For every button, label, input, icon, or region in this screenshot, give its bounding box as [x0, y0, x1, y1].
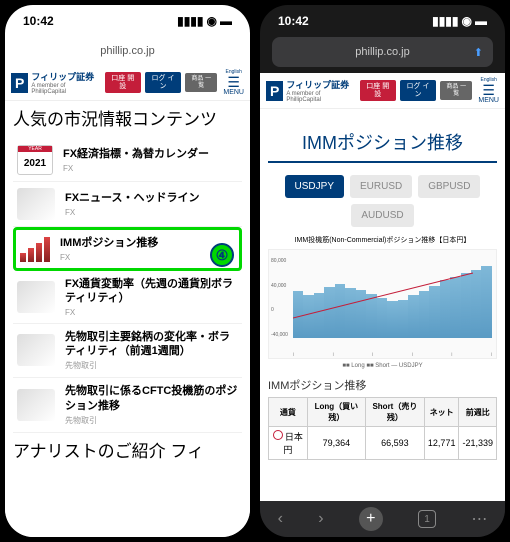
- back-icon[interactable]: ‹: [278, 510, 283, 528]
- globe-icon: [17, 188, 55, 220]
- products-button[interactable]: 商品 一覧: [440, 81, 472, 100]
- status-bar: 10:42 ▮▮▮▮ ◉ ▬: [260, 5, 505, 37]
- login-button[interactable]: ログ イン: [145, 72, 181, 93]
- forward-icon[interactable]: ›: [318, 510, 323, 528]
- section-title: 人気の市況情報コンテンツ: [13, 109, 242, 131]
- list-item[interactable]: 先物取引主要銘柄の変化率・ボラティリティ（前週1週間）先物取引: [13, 324, 242, 379]
- tab-gbpusd[interactable]: GBPUSD: [418, 175, 480, 198]
- url-text: phillip.co.jp: [100, 45, 154, 57]
- wifi-icon: ◉: [462, 14, 472, 28]
- products-button[interactable]: 商品 一覧: [185, 73, 217, 92]
- site-header: P フィリップ証券 A member of PhillipCapital 口座 …: [5, 65, 250, 101]
- imm-chart: 80,00040,0000-40,000 ||||||: [268, 249, 497, 359]
- new-tab-icon[interactable]: +: [359, 507, 383, 531]
- tab-audusd[interactable]: AUDUSD: [351, 204, 413, 227]
- browser-toolbar: ‹ › + 1 ⋯: [260, 501, 505, 537]
- wifi-icon: ◉: [207, 14, 217, 28]
- battery-icon: ▬: [475, 14, 487, 28]
- list-item[interactable]: 先物取引に係るCFTC投機筋のポジション推移先物取引: [13, 378, 242, 433]
- more-icon[interactable]: ⋯: [471, 509, 487, 529]
- oil-icon: [17, 389, 55, 421]
- menu-button[interactable]: English ☰ MENU: [223, 69, 244, 96]
- currency-tabs: USDJPY EURUSD GBPUSD AUDUSD: [268, 175, 497, 227]
- status-icons: ▮▮▮▮ ◉ ▬: [432, 14, 487, 28]
- item-title: FX経済指標・為替カレンダー: [63, 147, 238, 161]
- open-account-button[interactable]: 口座 開設: [360, 80, 396, 101]
- logo-mark: P: [11, 73, 28, 93]
- open-account-button[interactable]: 口座 開設: [105, 72, 141, 93]
- logo[interactable]: P フィリップ証券 A member of PhillipCapital: [11, 70, 97, 95]
- chart-icon: [17, 281, 55, 313]
- chart-title: IMM投機筋(Non-Commercial)ポジション推移【日本円】: [268, 235, 497, 245]
- y-axis: 80,00040,0000-40,000: [271, 258, 288, 338]
- time: 10:42: [23, 14, 54, 28]
- brand-name: フィリップ証券: [31, 70, 96, 83]
- signal-icon: ▮▮▮▮: [177, 14, 203, 28]
- chart-line: [293, 258, 505, 408]
- hamburger-icon: ☰: [223, 75, 244, 89]
- list-item-highlighted[interactable]: IMMポジション推移FX: [13, 227, 242, 271]
- tab-usdjpy[interactable]: USDJPY: [285, 175, 344, 198]
- calendar-icon: YEAR2021: [17, 145, 53, 175]
- share-icon[interactable]: ⬆: [474, 46, 483, 59]
- tabs-icon[interactable]: 1: [418, 510, 436, 528]
- battery-icon: ▬: [220, 14, 232, 28]
- table-row: 日本円 79,364 66,593 12,771 -21,339: [269, 427, 497, 460]
- tab-eurusd[interactable]: EURUSD: [350, 175, 412, 198]
- chart-icon: [17, 334, 55, 366]
- phone-right: 10:42 ▮▮▮▮ ◉ ▬ phillip.co.jp ⬆ P フィリップ証券…: [260, 5, 505, 537]
- url-bar[interactable]: phillip.co.jp ⬆: [272, 37, 493, 67]
- list-item[interactable]: FX通貨変動率（先週の通貨別ボラティリティ）FX: [13, 271, 242, 324]
- phone-left: 10:42 ▮▮▮▮ ◉ ▬ phillip.co.jp P フィリップ証券 A…: [5, 5, 250, 537]
- logo[interactable]: P フィリップ証券A member of PhillipCapital: [266, 78, 352, 103]
- url-bar[interactable]: phillip.co.jp: [5, 37, 250, 65]
- page-title: IMMポジション推移: [268, 129, 497, 163]
- menu-button[interactable]: English☰MENU: [478, 77, 499, 104]
- list-item[interactable]: YEAR2021 FX経済指標・為替カレンダーFX: [13, 139, 242, 182]
- time: 10:42: [278, 14, 309, 28]
- login-button[interactable]: ログ イン: [400, 80, 436, 101]
- jp-flag-icon: [273, 430, 283, 440]
- x-axis: ||||||: [293, 351, 492, 356]
- status-icons: ▮▮▮▮ ◉ ▬: [177, 14, 232, 28]
- bar-chart-icon: [20, 236, 50, 262]
- url-text: phillip.co.jp: [355, 46, 409, 58]
- brand-sub: A member of PhillipCapital: [31, 83, 96, 95]
- step-badge: ④: [210, 243, 234, 267]
- analyst-section: アナリストのご紹介 フィ: [13, 441, 242, 463]
- content-right: IMMポジション推移 USDJPY EURUSD GBPUSD AUDUSD I…: [260, 109, 505, 468]
- content-left: 人気の市況情報コンテンツ YEAR2021 FX経済指標・為替カレンダーFX F…: [5, 101, 250, 537]
- site-header: P フィリップ証券A member of PhillipCapital 口座 開…: [260, 73, 505, 109]
- signal-icon: ▮▮▮▮: [432, 14, 458, 28]
- list-item[interactable]: FXニュース・ヘッドラインFX: [13, 182, 242, 227]
- status-bar: 10:42 ▮▮▮▮ ◉ ▬: [5, 5, 250, 37]
